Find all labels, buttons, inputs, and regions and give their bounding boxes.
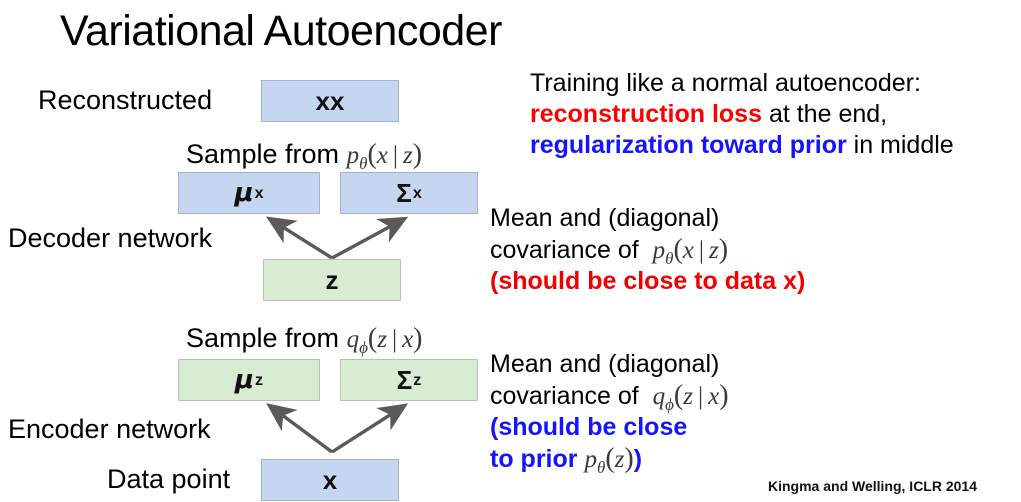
node-z-text: z: [325, 265, 339, 295]
decoder-note-line-2-prefix: covariance of: [490, 236, 639, 264]
var-left: x: [376, 142, 388, 169]
label-encoder-network: Encoder network: [8, 414, 211, 444]
paren-open: (: [673, 234, 683, 265]
conditional-bar: |: [391, 324, 398, 353]
decoder-arrows: [265, 216, 409, 260]
paren-close: ): [719, 380, 729, 411]
sample-from-encoder-prefix: Sample from: [186, 323, 340, 353]
decoder-note-line-2: covariance of pθ(x | z): [490, 234, 805, 267]
decoder-note-line-3: (should be close to data x): [490, 267, 806, 295]
node-sigma-z[interactable]: Σz: [340, 359, 478, 401]
sample-from-decoder: Sample from pθ(x | z): [186, 138, 422, 172]
reconstruction-loss-highlight: reconstruction loss: [530, 100, 762, 128]
paren-open: (: [605, 443, 615, 474]
paren-open: (: [673, 380, 684, 411]
node-mu-z[interactable]: μz: [178, 359, 320, 401]
encoder-note-line-4-suffix: ): [633, 445, 643, 473]
paren-close: ): [718, 234, 729, 265]
dist-letter: p: [584, 446, 597, 473]
encoder-note-line-2: covariance of qϕ(z | x): [490, 380, 729, 413]
var-right: x: [402, 326, 414, 353]
conditional-bar: |: [698, 235, 705, 264]
encoder-note-line-2-prefix: covariance of: [490, 382, 639, 410]
conditional-bar: |: [697, 381, 704, 410]
node-sigma-x-symbol: Σ: [396, 178, 412, 208]
var-right: z: [709, 237, 719, 264]
encoder-note-line-4: to prior pθ(z)): [490, 443, 729, 476]
label-decoder-network: Decoder network: [8, 223, 213, 253]
node-mu-z-symbol: μ: [234, 365, 255, 395]
paren-close: ): [624, 443, 634, 474]
label-data-point: Data point: [107, 464, 231, 494]
encoder-note-line-3: (should be close: [490, 413, 688, 441]
var-left: x: [682, 237, 694, 264]
sample-from-decoder-prefix: Sample from: [186, 139, 340, 169]
var-left: z: [377, 326, 387, 353]
dist-letter: q: [346, 326, 360, 353]
node-sigma-x[interactable]: Σx: [340, 172, 478, 214]
node-x-text: x: [322, 465, 338, 495]
var: z: [614, 446, 625, 473]
sample-from-encoder: Sample from qϕ(z | x): [186, 322, 423, 356]
slide-canvas: Variational Autoencoder Reconstructed xx…: [0, 0, 1021, 502]
training-note: Training like a normal autoencoder: reco…: [530, 68, 954, 161]
node-mu-x[interactable]: μx: [178, 172, 320, 214]
var-right: z: [402, 142, 413, 169]
regularization-highlight: regularization toward prior: [530, 131, 847, 159]
var-left: z: [683, 383, 693, 410]
node-z[interactable]: z: [263, 259, 401, 301]
page-title: Variational Autoencoder: [60, 7, 502, 55]
label-reconstructed: Reconstructed: [38, 85, 213, 115]
training-note-line-1: Training like a normal autoencoder:: [530, 69, 921, 97]
encoder-note-math: qϕ(z | x): [652, 380, 729, 413]
var-right: x: [708, 383, 720, 410]
sample-from-encoder-math: qϕ(z | x): [346, 323, 423, 356]
paren-close: ): [412, 139, 423, 170]
paren-close: ): [413, 323, 423, 354]
citation: Kingma and Welling, ICLR 2014: [768, 478, 978, 494]
training-note-line-3: regularization toward prior in middle: [530, 130, 954, 161]
dist-letter: p: [346, 142, 360, 169]
decoder-note-line-1: Mean and (diagonal): [490, 204, 720, 232]
sample-from-decoder-math: pθ(x | z): [346, 139, 423, 172]
dist-subscript: ϕ: [359, 338, 368, 357]
node-x[interactable]: x: [261, 459, 399, 501]
node-mu-x-symbol: μ: [234, 178, 254, 208]
conditional-bar: |: [392, 140, 398, 169]
paren-open: (: [367, 139, 377, 170]
training-note-line-2: reconstruction loss at the end,: [530, 99, 954, 130]
training-note-line-3-rest: in middle: [846, 131, 954, 159]
node-reconstructed-x-text: xx: [315, 86, 345, 116]
node-sigma-z-symbol: Σ: [396, 365, 413, 395]
encoder-note: Mean and (diagonal) covariance of qϕ(z | x…: [490, 349, 729, 476]
node-reconstructed-x[interactable]: xx: [261, 80, 399, 122]
encoder-note-prior-math: pθ(z): [584, 443, 634, 476]
encoder-arrows: [266, 403, 409, 454]
dist-letter: q: [652, 383, 666, 410]
paren-open: (: [367, 323, 378, 354]
encoder-note-line-1: Mean and (diagonal): [490, 350, 720, 378]
decoder-note-math: pθ(x | z): [652, 234, 729, 267]
encoder-note-line-4-prefix: to prior: [490, 445, 578, 473]
training-note-line-2-rest: at the end,: [762, 100, 888, 128]
decoder-note: Mean and (diagonal) covariance of pθ(x | z…: [490, 203, 805, 297]
dist-letter: p: [652, 237, 666, 264]
